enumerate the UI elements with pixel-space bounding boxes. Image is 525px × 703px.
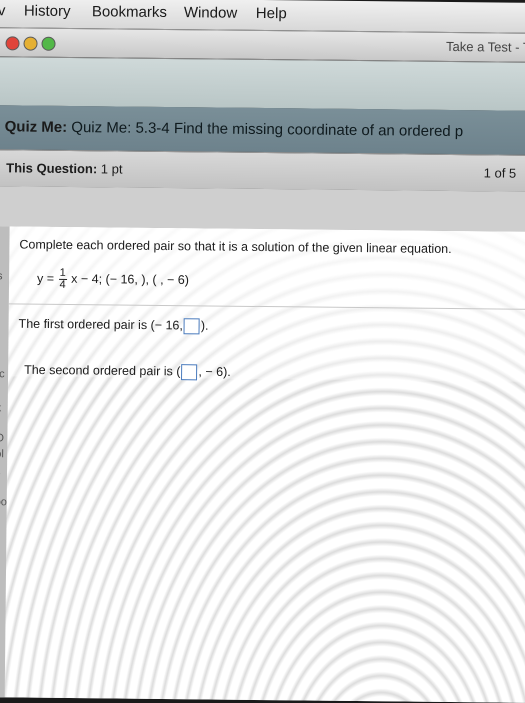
menu-item-history[interactable]: History	[24, 3, 71, 20]
side-text: tc	[0, 368, 5, 380]
quiz-title-row: Quiz Me: Quiz Me: 5.3-4 Find the missing…	[5, 118, 464, 140]
side-text: O	[0, 432, 4, 444]
points-value: 1 pt	[101, 161, 123, 176]
second-pair-suffix: , − 6).	[198, 365, 230, 379]
menu-item-bookmarks[interactable]: Bookmarks	[92, 3, 167, 21]
quiz-label: Quiz Me:	[5, 118, 68, 136]
side-text: k	[0, 402, 1, 414]
first-pair-line: The first ordered pair is (− 16,).	[19, 316, 209, 334]
question-points: This Question: 1 pt	[6, 160, 122, 176]
side-text: ol	[0, 448, 4, 460]
zoom-window-icon[interactable]	[41, 37, 55, 51]
side-text: s	[0, 270, 3, 282]
first-pair-answer-input[interactable]	[184, 318, 200, 334]
browser-toolbar	[0, 57, 525, 112]
spacer	[0, 186, 525, 232]
equation-prefix: y =	[37, 271, 54, 285]
quiz-header: Quiz Me: Quiz Me: 5.3-4 Find the missing…	[0, 105, 525, 155]
question-progress: 1 of 5	[484, 165, 517, 180]
second-pair-answer-input[interactable]	[181, 364, 197, 380]
close-window-icon[interactable]	[5, 36, 19, 50]
first-pair-suffix: ).	[201, 319, 209, 333]
equation-rest: x − 4; (− 16, ), ( , − 6)	[71, 272, 189, 287]
linear-equation: y = 1 4 x − 4; (− 16, ), ( , − 6)	[37, 268, 189, 293]
fraction-denominator: 4	[58, 280, 66, 291]
side-text: oo	[0, 496, 7, 508]
side-text: s	[0, 466, 1, 478]
second-pair-line: The second ordered pair is ( , − 6).	[24, 363, 231, 381]
screen: v History Bookmarks Window Help Take a T…	[0, 0, 525, 703]
minimize-window-icon[interactable]	[23, 37, 37, 51]
second-pair-prefix: The second ordered pair is (	[24, 363, 180, 379]
first-pair-prefix: The first ordered pair is (− 16,	[19, 317, 183, 333]
window-title: Take a Test - Tal	[446, 39, 525, 55]
equation-fraction: 1 4	[58, 268, 66, 291]
menu-item-window[interactable]: Window	[184, 4, 238, 22]
menu-item-view[interactable]: v	[0, 2, 5, 19]
menu-item-help[interactable]: Help	[256, 5, 287, 22]
quiz-title-text: Quiz Me: 5.3-4 Find the missing coordina…	[71, 119, 463, 140]
question-label: This Question:	[6, 160, 97, 176]
